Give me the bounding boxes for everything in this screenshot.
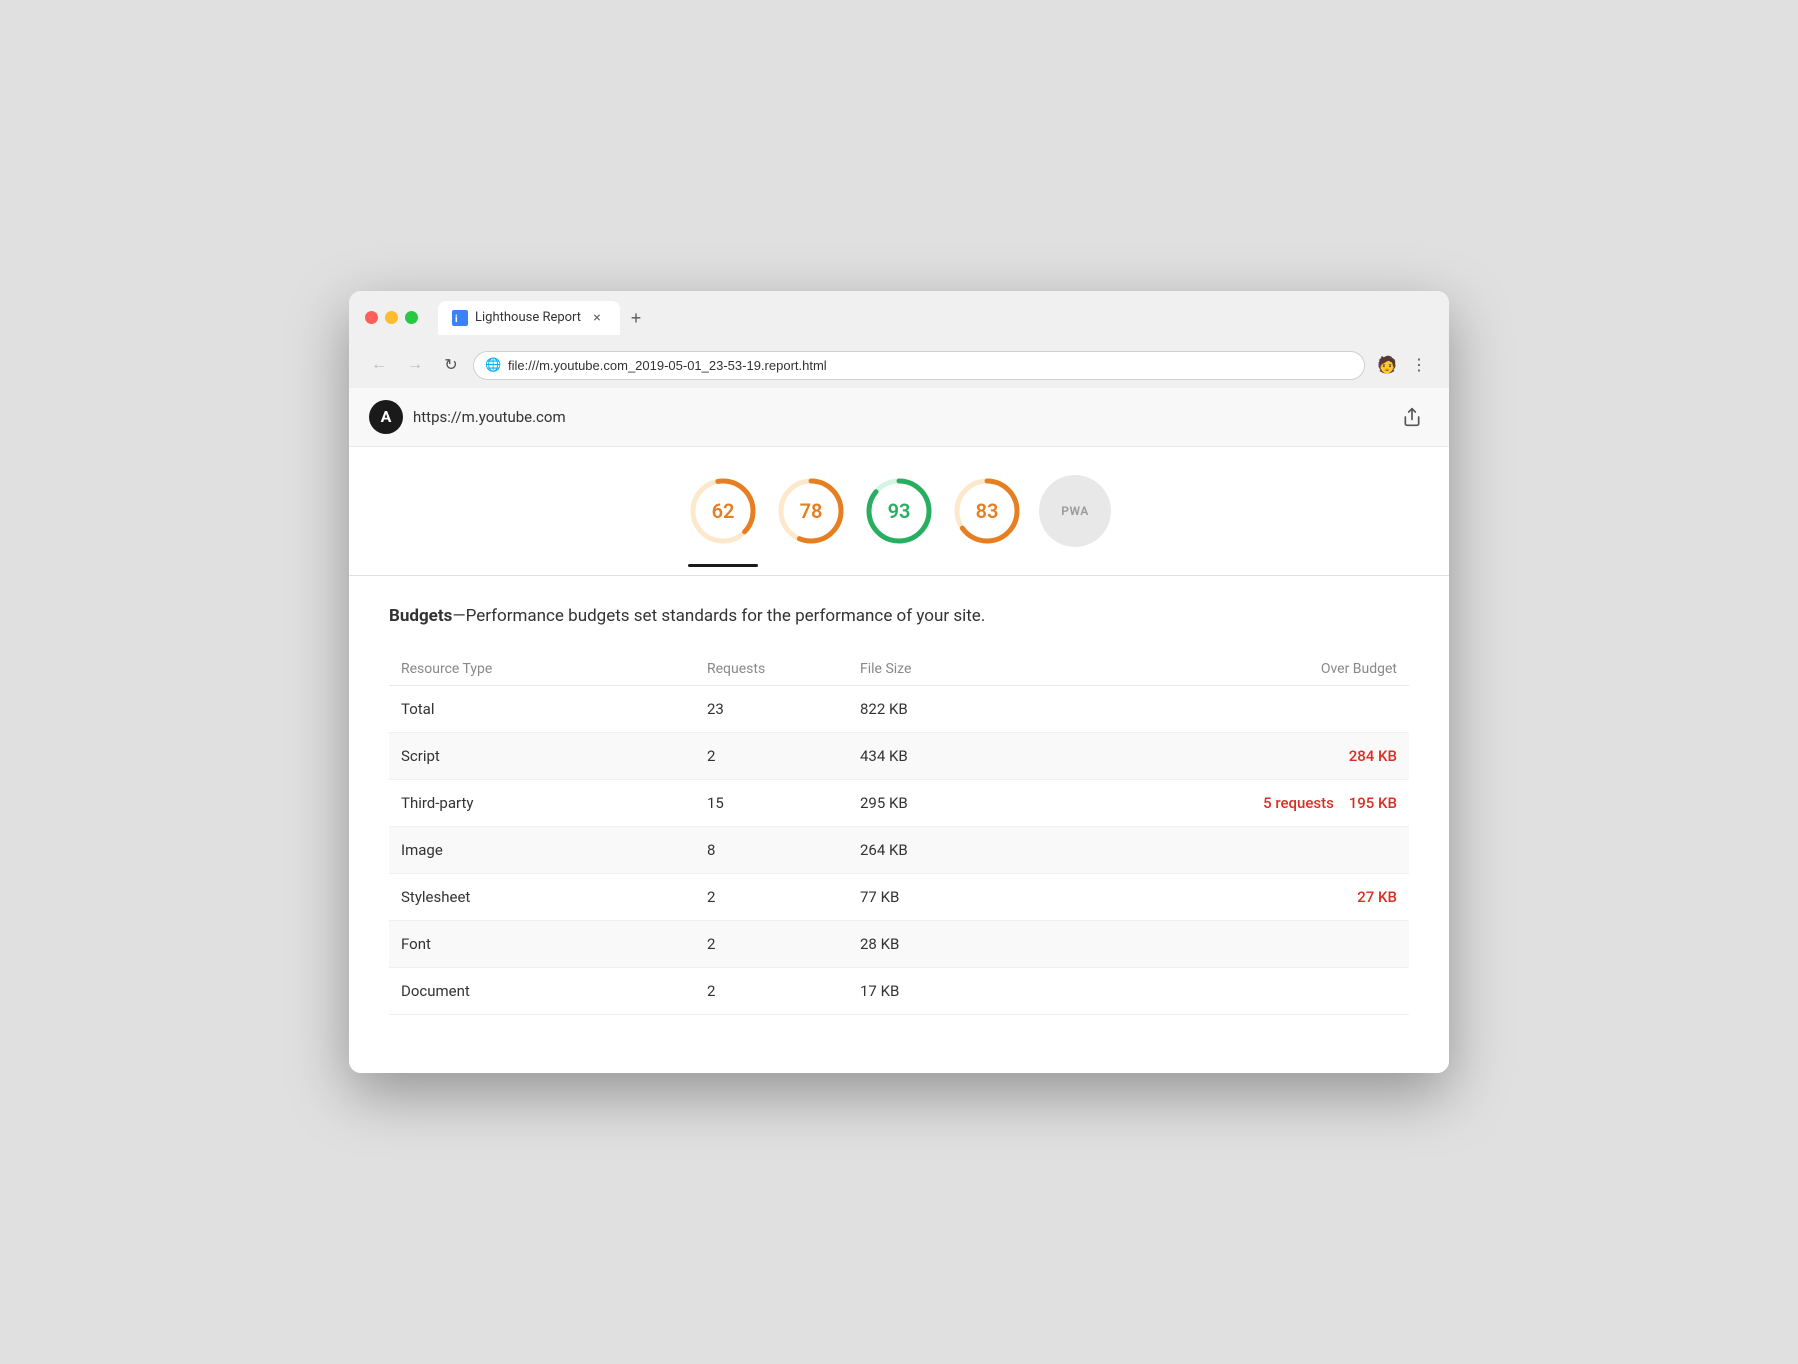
cell-filesize: 822 KB (848, 686, 1052, 733)
cell-overbudget (1052, 827, 1409, 874)
cell-requests: 2 (695, 733, 848, 780)
site-logo: A (369, 400, 403, 434)
forward-button[interactable]: → (401, 351, 429, 379)
col-header-filesize: File Size (848, 653, 1052, 686)
score-accessibility[interactable]: 78 (775, 475, 847, 547)
cell-resource: Total (389, 686, 695, 733)
active-tab[interactable]: i Lighthouse Report × (438, 301, 620, 335)
score-value-83: 83 (976, 499, 999, 523)
cell-overbudget (1052, 686, 1409, 733)
score-pwa[interactable]: PWA (1039, 475, 1111, 547)
cell-resource: Third-party (389, 780, 695, 827)
score-value-93: 93 (888, 499, 911, 523)
cell-requests: 2 (695, 874, 848, 921)
share-icon (1402, 407, 1422, 427)
cell-filesize: 264 KB (848, 827, 1052, 874)
score-circle-93: 93 (863, 475, 935, 547)
cell-filesize: 434 KB (848, 733, 1052, 780)
score-circle-83: 83 (951, 475, 1023, 547)
site-logo-area: A https://m.youtube.com (369, 400, 566, 434)
cell-requests: 8 (695, 827, 848, 874)
table-row: Font228 KB (389, 921, 1409, 968)
cell-overbudget: 284 KB (1052, 733, 1409, 780)
pwa-circle: PWA (1039, 475, 1111, 547)
cell-overbudget (1052, 968, 1409, 1015)
cell-overbudget (1052, 921, 1409, 968)
budgets-title: Budgets—Performance budgets set standard… (389, 604, 1409, 630)
budgets-table: Resource Type Requests File Size Over Bu… (389, 653, 1409, 1015)
cell-filesize: 17 KB (848, 968, 1052, 1015)
cell-resource: Script (389, 733, 695, 780)
profile-button[interactable]: 🧑 (1373, 351, 1401, 379)
table-header-row: Resource Type Requests File Size Over Bu… (389, 653, 1409, 686)
cell-overbudget: 27 KB (1052, 874, 1409, 921)
score-seo[interactable]: 83 (951, 475, 1023, 547)
cell-requests: 2 (695, 968, 848, 1015)
new-tab-button[interactable]: + (622, 305, 650, 333)
score-value-78: 78 (800, 499, 823, 523)
tab-bar: i Lighthouse Report × + (438, 301, 650, 335)
score-best-practices[interactable]: 93 (863, 475, 935, 547)
col-header-requests: Requests (695, 653, 848, 686)
table-row: Stylesheet277 KB27 KB (389, 874, 1409, 921)
tab-close-button[interactable]: × (588, 309, 606, 327)
col-header-resource: Resource Type (389, 653, 695, 686)
cell-resource: Image (389, 827, 695, 874)
budgets-title-bold: Budgets (389, 606, 452, 626)
score-performance[interactable]: 62 (687, 475, 759, 547)
scores-row: 62 78 (349, 447, 1449, 567)
back-icon: ← (371, 356, 387, 374)
reload-button[interactable]: ↻ (437, 351, 465, 379)
reload-icon: ↻ (444, 355, 457, 375)
back-button[interactable]: ← (365, 351, 393, 379)
table-row: Script2434 KB284 KB (389, 733, 1409, 780)
menu-icon: ⋮ (1411, 355, 1427, 375)
cell-requests: 15 (695, 780, 848, 827)
cell-resource: Stylesheet (389, 874, 695, 921)
site-header: A https://m.youtube.com (349, 388, 1449, 447)
logo-letter: A (381, 407, 392, 426)
cell-filesize: 77 KB (848, 874, 1052, 921)
cell-requests: 2 (695, 921, 848, 968)
menu-button[interactable]: ⋮ (1405, 351, 1433, 379)
bottom-padding (349, 1043, 1449, 1073)
budgets-section: Budgets—Performance budgets set standard… (349, 576, 1449, 1044)
profile-icon: 🧑 (1377, 355, 1397, 375)
address-input[interactable] (473, 351, 1365, 380)
score-circle-62: 62 (687, 475, 759, 547)
site-url: https://m.youtube.com (413, 408, 566, 426)
cell-filesize: 28 KB (848, 921, 1052, 968)
maximize-button[interactable] (405, 311, 418, 324)
minimize-button[interactable] (385, 311, 398, 324)
score-value-62: 62 (712, 499, 735, 523)
cell-requests: 23 (695, 686, 848, 733)
share-button[interactable] (1395, 400, 1429, 434)
cell-filesize: 295 KB (848, 780, 1052, 827)
tab-title: Lighthouse Report (475, 310, 581, 325)
table-row: Document217 KB (389, 968, 1409, 1015)
table-row: Third-party15295 KB5 requests 195 KB (389, 780, 1409, 827)
title-bar: i Lighthouse Report × + (349, 291, 1449, 343)
budgets-title-rest: —Performance budgets set standards for t… (452, 606, 985, 626)
cell-resource: Document (389, 968, 695, 1015)
browser-window: i Lighthouse Report × + ← → ↻ 🌐 🧑 (349, 291, 1449, 1074)
close-button[interactable] (365, 311, 378, 324)
cell-resource: Font (389, 921, 695, 968)
svg-text:i: i (455, 314, 458, 325)
lighthouse-tab-icon: i (452, 310, 468, 326)
address-input-wrapper: 🌐 (473, 351, 1365, 380)
cell-overbudget: 5 requests 195 KB (1052, 780, 1409, 827)
pwa-label: PWA (1061, 504, 1089, 518)
lock-icon: 🌐 (485, 358, 501, 373)
score-circle-78: 78 (775, 475, 847, 547)
window-controls (365, 311, 418, 324)
col-header-overbudget: Over Budget (1052, 653, 1409, 686)
table-row: Total23822 KB (389, 686, 1409, 733)
forward-icon: → (407, 356, 423, 374)
toolbar-right: 🧑 ⋮ (1373, 351, 1433, 379)
address-bar-row: ← → ↻ 🌐 🧑 ⋮ (349, 343, 1449, 388)
page-content: 62 78 (349, 447, 1449, 1074)
table-row: Image8264 KB (389, 827, 1409, 874)
